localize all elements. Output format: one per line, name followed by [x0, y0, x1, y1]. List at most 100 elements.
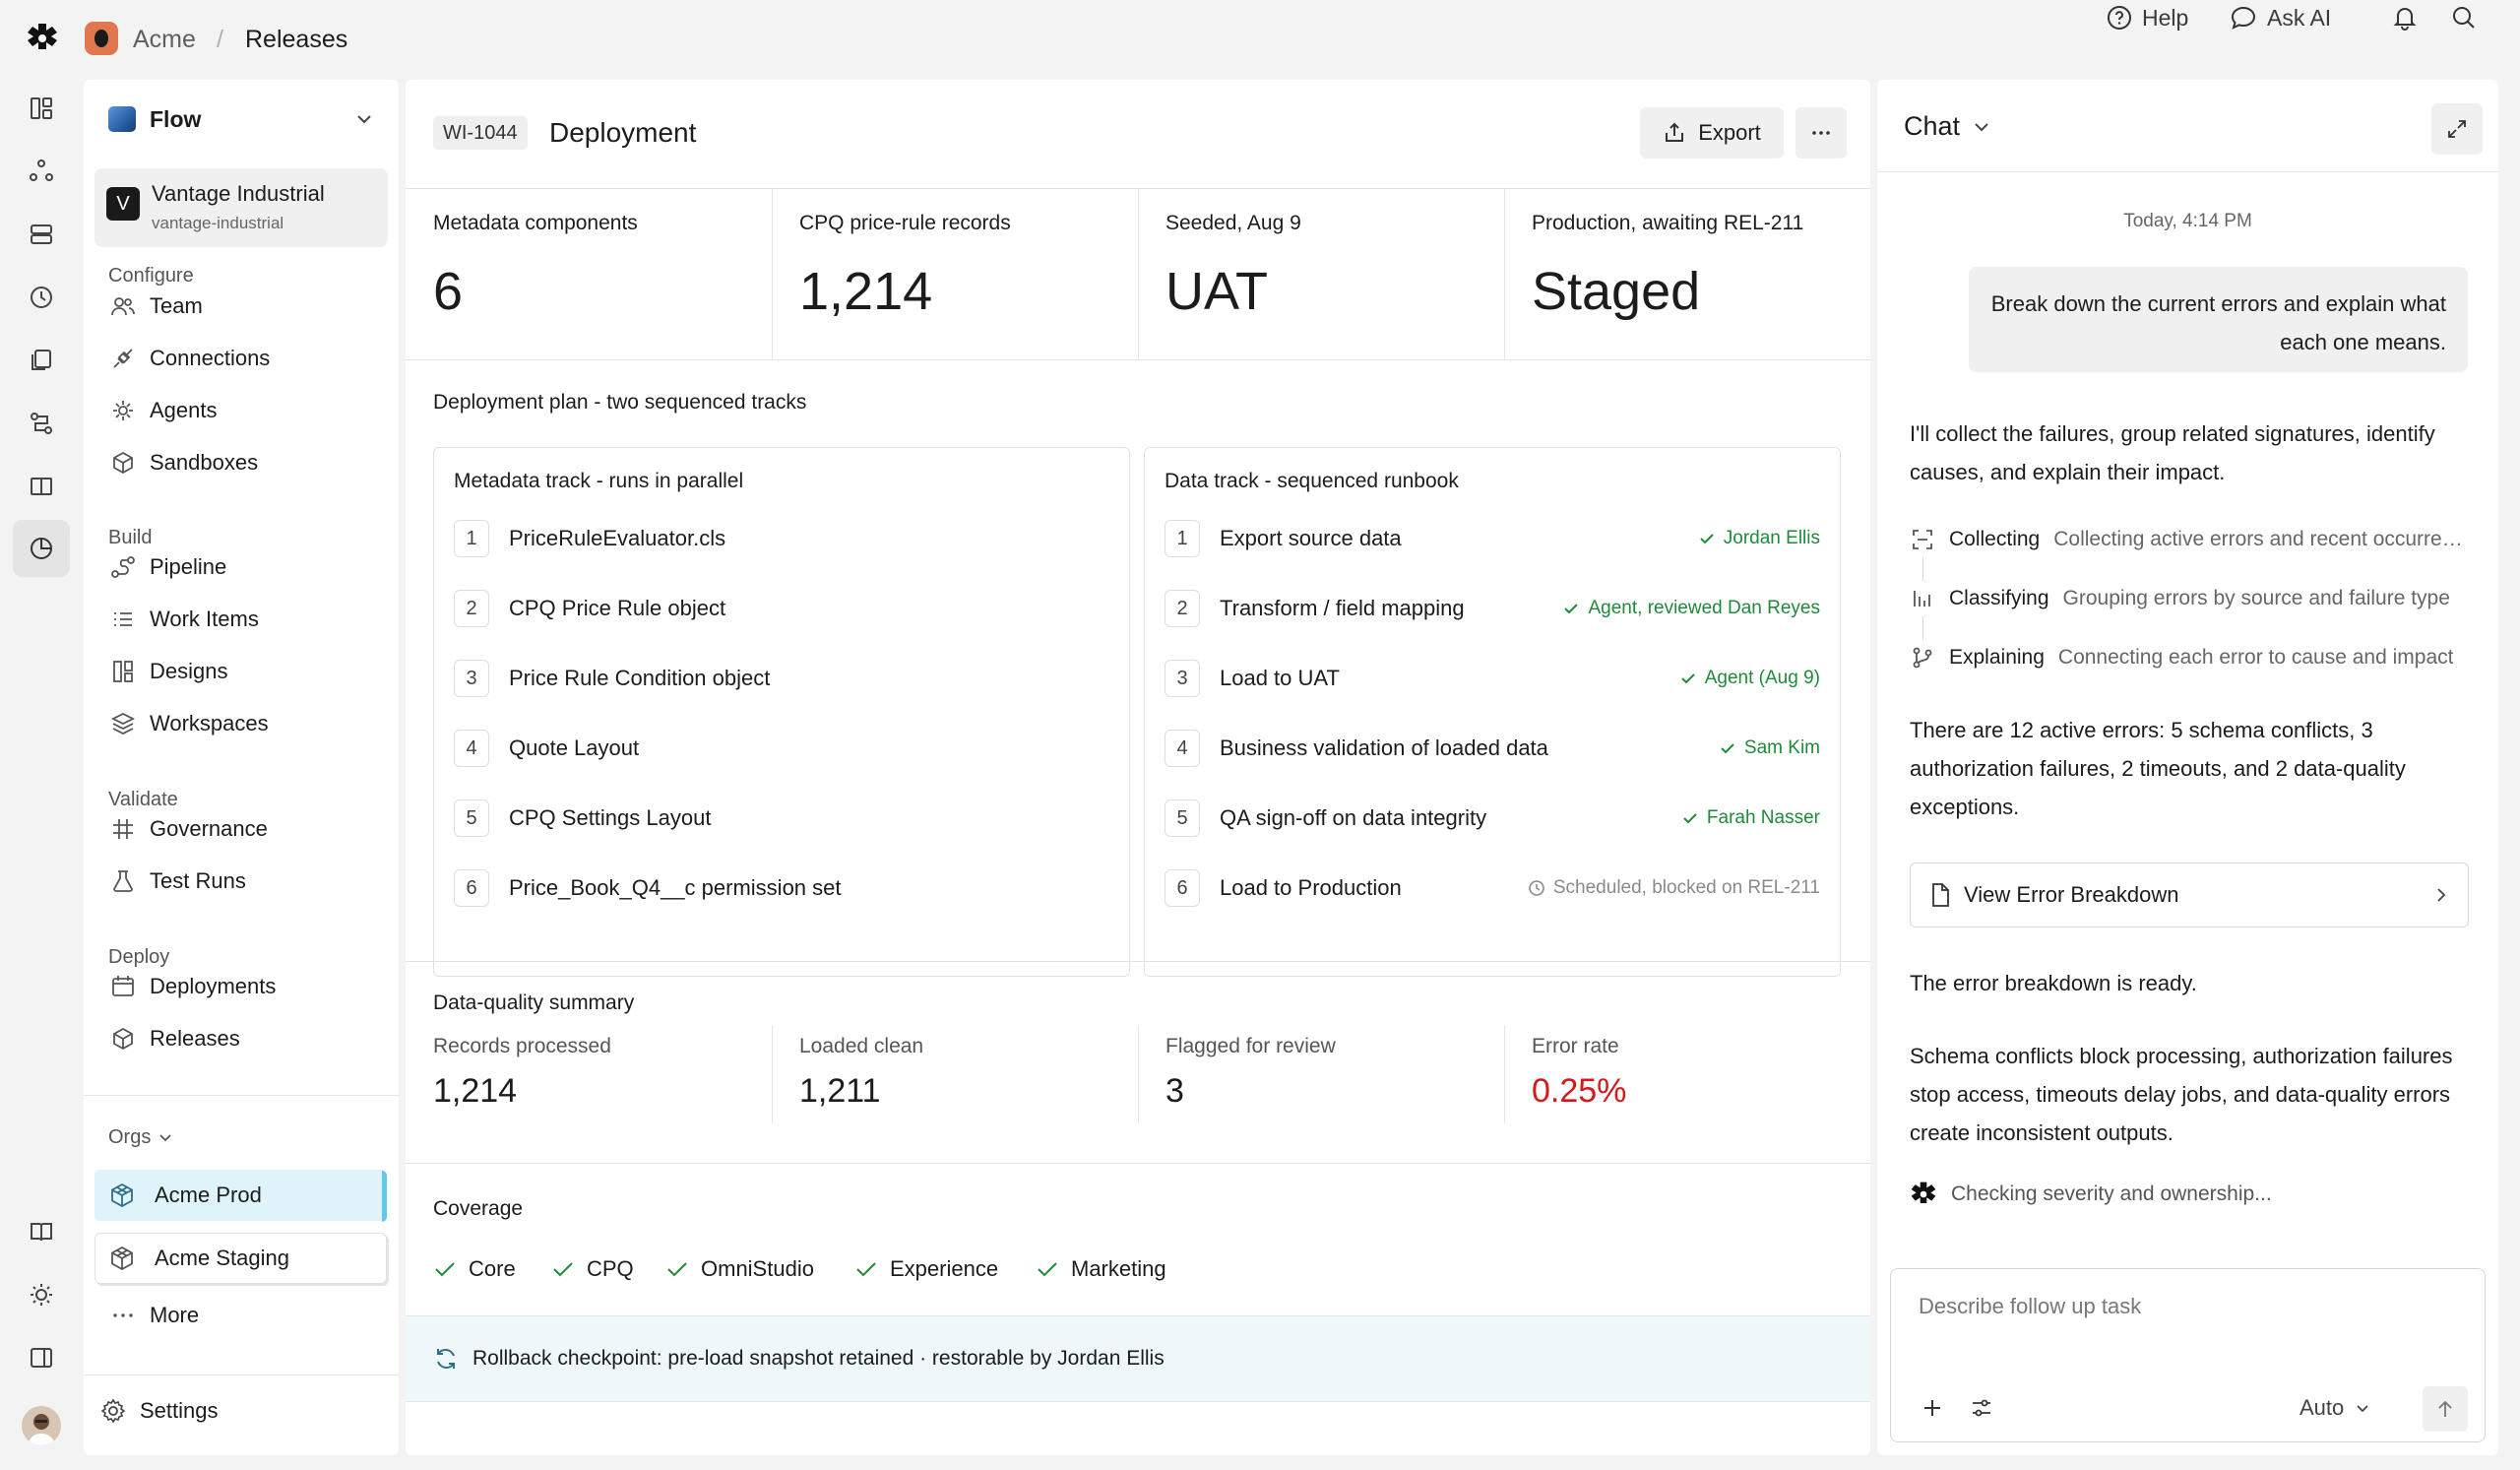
- check-icon: [856, 1262, 876, 1277]
- chat-composer[interactable]: Describe follow up task Auto: [1890, 1268, 2486, 1442]
- step-label: QA sign-off on data integrity: [1220, 805, 1487, 830]
- tool-step[interactable]: Collecting Collecting active errors and …: [1910, 522, 2471, 557]
- workspace-icon[interactable]: [85, 22, 118, 55]
- composer-input[interactable]: Describe follow up task: [1919, 1294, 2141, 1319]
- sidebar-item-work-items[interactable]: Work Items: [108, 602, 259, 637]
- tool-step[interactable]: Explaining Connecting each error to caus…: [1910, 640, 2471, 675]
- expand-button[interactable]: [2431, 103, 2483, 155]
- flow-icon[interactable]: [22, 404, 61, 443]
- org-staging-label: Acme Staging: [155, 1246, 289, 1270]
- panel-toggle-icon[interactable]: [22, 1338, 61, 1377]
- step-number: 3: [1165, 660, 1200, 697]
- chat-panel: Chat Today, 4:14 PM Break down the curre…: [1877, 80, 2498, 1455]
- step-label: PriceRuleEvaluator.cls: [509, 526, 726, 550]
- ellipsis-icon: [1809, 121, 1833, 145]
- track-step[interactable]: 2 Transform / field mapping Agent, reviewe…: [1165, 589, 1820, 628]
- sidebar-item-releases[interactable]: Releases: [108, 1021, 240, 1056]
- sidebar-item-label: Workspaces: [150, 711, 269, 735]
- step-number: 6: [454, 869, 489, 907]
- track-step[interactable]: 5 CPQ Settings Layout: [454, 799, 1109, 838]
- step-status: Sam Kim: [1719, 737, 1820, 759]
- theme-icon[interactable]: [22, 1275, 61, 1314]
- sidebar-item-label: Connections: [150, 346, 271, 370]
- breadcrumb-page[interactable]: Releases: [245, 26, 347, 54]
- copy-icon[interactable]: [22, 341, 61, 380]
- track-step[interactable]: 1 Export source data Jordan Ellis: [1165, 519, 1820, 558]
- sidebar-item-governance[interactable]: Governance: [108, 811, 268, 847]
- sidebar-item-agents[interactable]: Agents: [108, 393, 218, 428]
- mode-select[interactable]: Auto: [2300, 1390, 2371, 1426]
- help-button[interactable]: Help: [2107, 0, 2188, 35]
- options-button[interactable]: [1964, 1390, 1999, 1426]
- calendar-icon: [108, 972, 138, 1001]
- add-attachment-button[interactable]: [1915, 1390, 1950, 1426]
- org-card[interactable]: V Vantage Industrial vantage-industrial: [94, 168, 388, 247]
- tool-name: Collecting: [1949, 528, 2041, 550]
- settings-button[interactable]: Settings: [98, 1393, 219, 1429]
- flow-selector[interactable]: Flow: [108, 101, 374, 137]
- stat-value: UAT: [1166, 262, 1268, 321]
- section-build: Build: [108, 527, 153, 548]
- sidebar-item-connections[interactable]: Connections: [108, 341, 270, 376]
- checking-text: Checking severity and ownership...: [1951, 1182, 2272, 1205]
- track-step[interactable]: 4 Quote Layout: [454, 729, 1109, 768]
- more-options-button[interactable]: [1796, 107, 1847, 159]
- track-step[interactable]: 1 PriceRuleEvaluator.cls: [454, 519, 1109, 558]
- track-step[interactable]: 3 Load to UAT Agent (Aug 9): [1165, 659, 1820, 698]
- org-acme-staging[interactable]: Acme Staging: [94, 1233, 387, 1284]
- step-number: 5: [454, 799, 489, 837]
- breadcrumb-workspace[interactable]: Acme: [133, 26, 196, 54]
- sidebar-item-pipeline[interactable]: Pipeline: [108, 549, 226, 585]
- step-label: Business validation of loaded data: [1220, 735, 1548, 760]
- graph-icon[interactable]: [22, 152, 61, 191]
- more-button[interactable]: More: [108, 1298, 199, 1333]
- org-acme-prod[interactable]: Acme Prod: [94, 1170, 387, 1222]
- step-number: 4: [1165, 730, 1200, 767]
- orgs-toggle[interactable]: Orgs: [108, 1119, 174, 1155]
- sidebar-item-label: Work Items: [150, 607, 259, 631]
- export-button[interactable]: Export: [1640, 107, 1784, 159]
- notifications-button[interactable]: [2392, 0, 2418, 35]
- step-status-text: Agent, reviewed Dan Reyes: [1588, 598, 1820, 618]
- chevron-right-icon: [2432, 886, 2450, 904]
- org-name: Vantage Industrial: [152, 181, 325, 206]
- track-step[interactable]: 4 Business validation of loaded data Sam K…: [1165, 729, 1820, 768]
- orgs-label: Orgs: [108, 1125, 152, 1148]
- track-step[interactable]: 6 Price_Book_Q4__c permission set: [454, 868, 1109, 908]
- data-track-card: Data track - sequenced runbook 1 Export s…: [1144, 447, 1841, 977]
- sidebar-item-label: Releases: [150, 1026, 240, 1051]
- chat-title-dropdown[interactable]: Chat: [1904, 111, 1991, 142]
- package-icon: [108, 1024, 138, 1054]
- dashboard-icon[interactable]: [22, 89, 61, 128]
- sidebar-item-designs[interactable]: Designs: [108, 654, 227, 689]
- sidebar-item-deployments[interactable]: Deployments: [108, 969, 276, 1004]
- track-step[interactable]: 3 Price Rule Condition object: [454, 659, 1109, 698]
- search-button[interactable]: [2451, 0, 2477, 35]
- book-icon[interactable]: [22, 467, 61, 506]
- server-icon[interactable]: [22, 215, 61, 254]
- app-logo-icon[interactable]: [26, 22, 59, 55]
- divider: [406, 359, 1870, 360]
- history-icon[interactable]: [22, 278, 61, 317]
- track-step[interactable]: 5 QA sign-off on data integrity Farah Nass…: [1165, 799, 1820, 838]
- sidebar-item-test-runs[interactable]: Test Runs: [108, 863, 246, 899]
- track-step[interactable]: 2 CPQ Price Rule object: [454, 589, 1109, 628]
- spinner-icon: [1910, 1181, 1937, 1208]
- user-avatar[interactable]: [22, 1406, 61, 1445]
- nav-panel: Flow V Vantage Industrial vantage-indust…: [84, 80, 399, 1455]
- sidebar-item-workspaces[interactable]: Workspaces: [108, 706, 269, 741]
- send-button[interactable]: [2423, 1386, 2468, 1432]
- tool-step[interactable]: Classifying Grouping errors by source an…: [1910, 581, 2471, 616]
- sidebar-item-team[interactable]: Team: [108, 288, 203, 324]
- sidebar-item-sandboxes[interactable]: Sandboxes: [108, 445, 258, 480]
- sliders-icon: [1970, 1396, 1993, 1420]
- tool-desc: Collecting active errors and recent occu…: [2053, 528, 2471, 550]
- stat-card: Seeded, Aug 9 UAT: [1138, 188, 1504, 359]
- check-icon: [435, 1262, 455, 1277]
- track-step[interactable]: 6 Load to Production Scheduled, blocked on…: [1165, 868, 1820, 908]
- error-breakdown-card[interactable]: View Error Breakdown: [1910, 863, 2469, 927]
- docs-icon[interactable]: [22, 1212, 61, 1251]
- releases-rail-icon[interactable]: [13, 520, 70, 577]
- ask-ai-button[interactable]: Ask AI: [2230, 0, 2331, 35]
- plus-icon: [1921, 1396, 1944, 1420]
